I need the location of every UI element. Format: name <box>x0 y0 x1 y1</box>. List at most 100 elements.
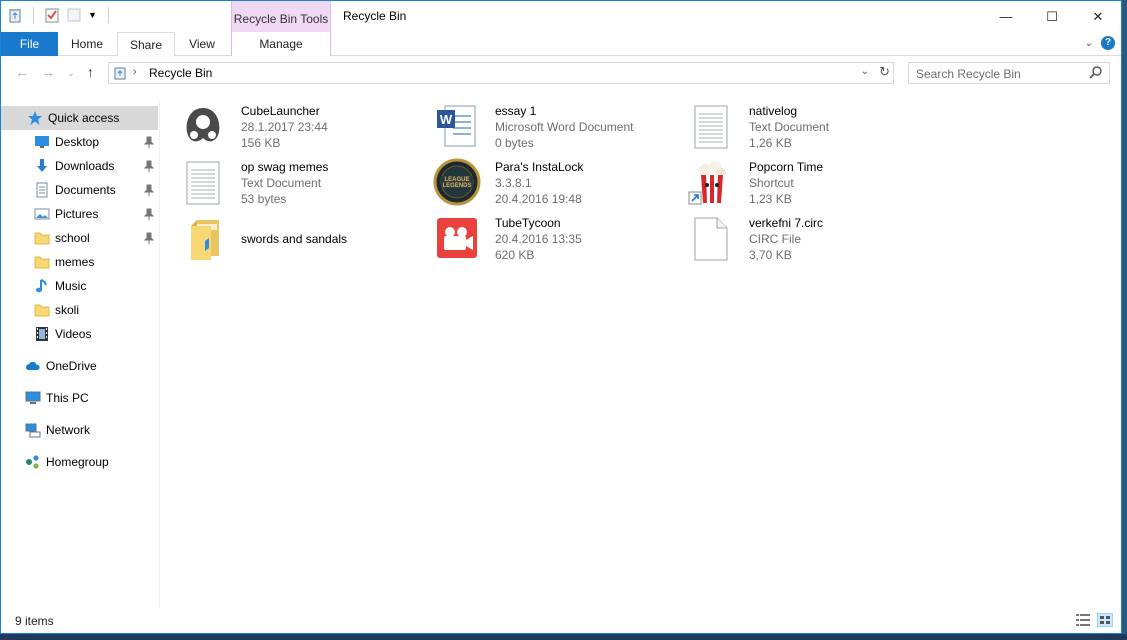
recycle-bin-icon <box>113 66 127 80</box>
nav-downloads[interactable]: Downloads <box>1 154 158 178</box>
file-item[interactable]: W essay 1 Microsoft Word Document 0 byte… <box>423 96 673 150</box>
tab-file[interactable]: File <box>1 32 58 56</box>
file-name: nativelog <box>749 104 798 118</box>
file-detail: 20.4.2016 13:35 <box>495 232 582 246</box>
nav-label: Homegroup <box>46 455 109 469</box>
file-item[interactable]: Popcorn Time Shortcut 1,23 KB <box>677 152 927 206</box>
address-bar[interactable]: › Recycle Bin ⌄ ↻ <box>108 62 894 84</box>
file-detail: 1,26 KB <box>749 136 792 150</box>
file-name: op swag memes <box>241 160 329 174</box>
nav-homegroup[interactable]: Homegroup <box>1 450 158 474</box>
tab-share[interactable]: Share <box>117 32 175 57</box>
qat-separator <box>108 7 109 23</box>
help-icon[interactable]: ? <box>1101 36 1115 50</box>
file-name: verkefni 7.circ <box>749 216 824 230</box>
computer-icon <box>25 390 41 406</box>
league-of-legends-icon: LEAGUE LEGENDS <box>433 158 481 206</box>
nav-label: memes <box>55 255 95 269</box>
file-detail: 156 KB <box>241 136 281 150</box>
recent-locations-icon[interactable]: ⌄ <box>67 68 75 79</box>
network-icon <box>25 422 41 438</box>
file-detail: 20.4.2016 19:48 <box>495 192 582 206</box>
file-detail: 0 bytes <box>495 136 534 150</box>
desktop-background-strip <box>1122 0 1127 640</box>
nav-documents[interactable]: Documents <box>1 178 158 202</box>
search-icon[interactable] <box>1089 65 1103 79</box>
pin-icon[interactable] <box>143 184 155 196</box>
folder-item[interactable]: swords and sandals <box>169 208 419 262</box>
back-arrow-icon[interactable]: ← <box>15 64 29 80</box>
svg-text:W: W <box>440 112 453 127</box>
search-placeholder: Search Recycle Bin <box>916 67 1021 81</box>
blank-file-icon <box>687 214 735 262</box>
up-arrow-icon[interactable]: ↑ <box>87 64 94 80</box>
file-detail: 28.1.2017 23:44 <box>241 120 328 134</box>
pin-icon[interactable] <box>143 160 155 172</box>
new-folder-icon[interactable] <box>66 7 82 23</box>
view-toggle <box>1075 613 1113 627</box>
properties-icon[interactable] <box>44 7 60 23</box>
pin-icon[interactable] <box>143 208 155 220</box>
file-item[interactable]: TubeTycoon 20.4.2016 13:35 620 KB <box>423 208 673 262</box>
customize-qat-icon[interactable]: ▼ <box>88 7 98 23</box>
folder-icon <box>179 214 227 262</box>
address-dropdown-icon[interactable]: ⌄ <box>861 66 869 77</box>
downloads-icon <box>34 158 50 174</box>
file-item[interactable]: verkefni 7.circ CIRC File 3,70 KB <box>677 208 927 262</box>
file-item[interactable]: LEAGUE LEGENDS Para's InstaLock 3.3.8.1 2… <box>423 152 673 206</box>
breadcrumb-separator-icon[interactable]: › <box>133 66 137 78</box>
minimize-button[interactable]: — <box>983 1 1029 32</box>
tab-home[interactable]: Home <box>58 32 116 56</box>
text-document-icon <box>179 158 227 206</box>
nav-label: Quick access <box>48 111 120 125</box>
recycle-bin-icon <box>7 7 23 23</box>
nav-label: Music <box>55 279 87 293</box>
videos-icon <box>34 326 50 342</box>
refresh-icon[interactable]: ↻ <box>879 64 890 80</box>
nav-label: Videos <box>55 327 92 341</box>
tab-view[interactable]: View <box>175 32 229 56</box>
nav-pictures[interactable]: Pictures <box>1 202 158 226</box>
file-detail: 53 bytes <box>241 192 287 206</box>
tab-manage[interactable]: Manage <box>231 32 331 56</box>
text-document-icon <box>687 102 735 150</box>
file-item[interactable]: CubeLauncher 28.1.2017 23:44 156 KB <box>169 96 419 150</box>
file-item[interactable]: nativelog Text Document 1,26 KB <box>677 96 927 150</box>
details-view-icon[interactable] <box>1075 613 1091 627</box>
maximize-button[interactable]: ☐ <box>1029 1 1075 32</box>
status-bar: 9 items <box>1 609 1121 633</box>
quick-access-toolbar: ▼ <box>7 7 113 23</box>
file-name: essay 1 <box>495 104 537 118</box>
search-box[interactable]: Search Recycle Bin <box>908 62 1110 84</box>
qat-separator <box>33 7 34 23</box>
file-detail: 1,23 KB <box>749 192 792 206</box>
nav-memes[interactable]: memes <box>1 250 158 274</box>
nav-music[interactable]: Music <box>1 274 158 298</box>
file-detail: CIRC File <box>749 232 802 246</box>
large-icons-view-icon[interactable] <box>1097 613 1113 627</box>
forward-arrow-icon[interactable]: → <box>41 64 55 80</box>
desktop-icon <box>34 134 50 150</box>
nav-videos[interactable]: Videos <box>1 322 158 346</box>
nav-desktop[interactable]: Desktop <box>1 130 158 154</box>
explorer-window: ▼ Recycle Bin Tools Recycle Bin — ☐ ✕ Fi… <box>0 0 1122 634</box>
nav-label: Desktop <box>55 135 100 149</box>
nav-network[interactable]: Network <box>1 418 158 442</box>
file-name: CubeLauncher <box>241 104 320 118</box>
pin-icon[interactable] <box>143 232 155 244</box>
nav-this-pc[interactable]: This PC <box>1 386 158 410</box>
expand-ribbon-icon[interactable]: ⌄ <box>1085 38 1093 49</box>
nav-label: OneDrive <box>46 359 97 373</box>
file-item[interactable]: op swag memes Text Document 53 bytes <box>169 152 419 206</box>
nav-quick-access[interactable]: Quick access <box>1 106 158 130</box>
pin-icon[interactable] <box>143 136 155 148</box>
nav-label: Documents <box>55 183 116 197</box>
nav-school[interactable]: school <box>1 226 158 250</box>
music-icon <box>34 278 50 294</box>
file-detail: 3.3.8.1 <box>495 176 532 190</box>
nav-onedrive[interactable]: OneDrive <box>1 354 158 378</box>
nav-skoli[interactable]: skoli <box>1 298 158 322</box>
close-button[interactable]: ✕ <box>1075 1 1121 32</box>
breadcrumb-recycle-bin[interactable]: Recycle Bin <box>147 63 214 83</box>
window-title: Recycle Bin <box>343 9 407 23</box>
